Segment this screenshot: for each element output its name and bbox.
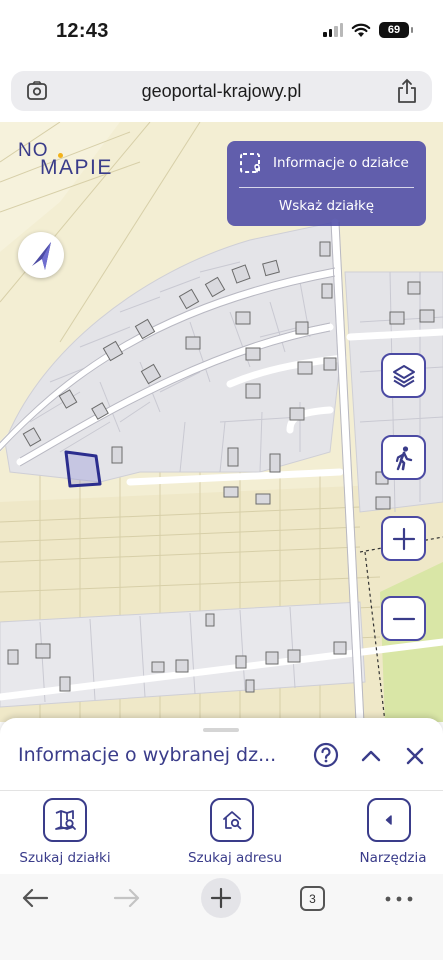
pedestrian-view-button[interactable] [381, 435, 426, 480]
compass-button[interactable] [18, 232, 64, 278]
selected-parcel[interactable] [64, 450, 102, 488]
navigation-arrow-icon [32, 242, 51, 270]
tools-button[interactable] [367, 798, 411, 842]
forward-arrow-icon[interactable] [112, 886, 142, 910]
walking-person-icon [395, 445, 412, 470]
tabs-button[interactable]: 3 [300, 886, 325, 911]
back-arrow-icon[interactable] [20, 886, 50, 910]
app-logo: NO MAPIE [18, 140, 128, 182]
search-address-button[interactable] [210, 798, 254, 842]
layers-button[interactable] [381, 353, 426, 398]
chevron-up-icon[interactable] [360, 745, 382, 767]
new-tab-button[interactable] [201, 878, 241, 918]
panel-divider [239, 187, 414, 188]
logo-line2: MAPIE [40, 156, 113, 179]
chevron-left-icon [385, 815, 392, 825]
search-parcel-label: Szukaj działki [19, 850, 111, 866]
sheet-title: Informacje o wybranej dz... [18, 744, 277, 766]
plus-icon [392, 527, 415, 550]
sheet-grabber[interactable] [203, 728, 239, 732]
browser-toolbar: 3 [0, 874, 443, 960]
more-dots-icon[interactable] [385, 896, 413, 902]
cellular-signal-icon [323, 23, 343, 37]
parcel-info-button[interactable]: Informacje o działce [227, 141, 426, 185]
status-bar: 12:43 69 [0, 0, 443, 62]
share-icon[interactable] [396, 78, 418, 104]
help-icon[interactable] [313, 742, 339, 768]
close-icon[interactable] [405, 746, 425, 766]
tools-label: Narzędzia [359, 850, 427, 866]
address-bar[interactable]: geoportal-krajowy.pl [11, 71, 432, 111]
zoom-out-button[interactable] [381, 596, 426, 641]
status-time: 12:43 [56, 20, 109, 42]
url-text[interactable]: geoportal-krajowy.pl [11, 81, 432, 102]
bottom-sheet: Informacje o wybranej dz... Szukaj dział… [0, 718, 443, 874]
home-search-icon [223, 811, 242, 830]
zoom-in-button[interactable] [381, 516, 426, 561]
parcel-info-label: Informacje o działce [273, 155, 409, 171]
logo-dot [58, 153, 63, 158]
parcel-select-icon [240, 153, 260, 173]
show-parcel-button[interactable]: Wskaż działkę [227, 198, 426, 214]
map-search-icon [55, 810, 76, 830]
search-parcel-tool[interactable]: Szukaj działki [0, 798, 130, 868]
plus-icon [210, 887, 232, 909]
search-address-tool[interactable]: Szukaj adresu [160, 798, 310, 868]
parcel-panel: Informacje o działce Wskaż działkę [227, 141, 426, 226]
wifi-icon [351, 23, 371, 37]
search-parcel-button[interactable] [43, 798, 87, 842]
status-icons: 69 [323, 22, 413, 38]
search-address-label: Szukaj adresu [187, 850, 283, 866]
sheet-divider [0, 790, 443, 791]
battery-icon: 69 [379, 22, 413, 38]
layers-icon [392, 364, 415, 387]
tools-tool[interactable]: Narzędzia [343, 798, 443, 868]
minus-icon [392, 617, 415, 620]
